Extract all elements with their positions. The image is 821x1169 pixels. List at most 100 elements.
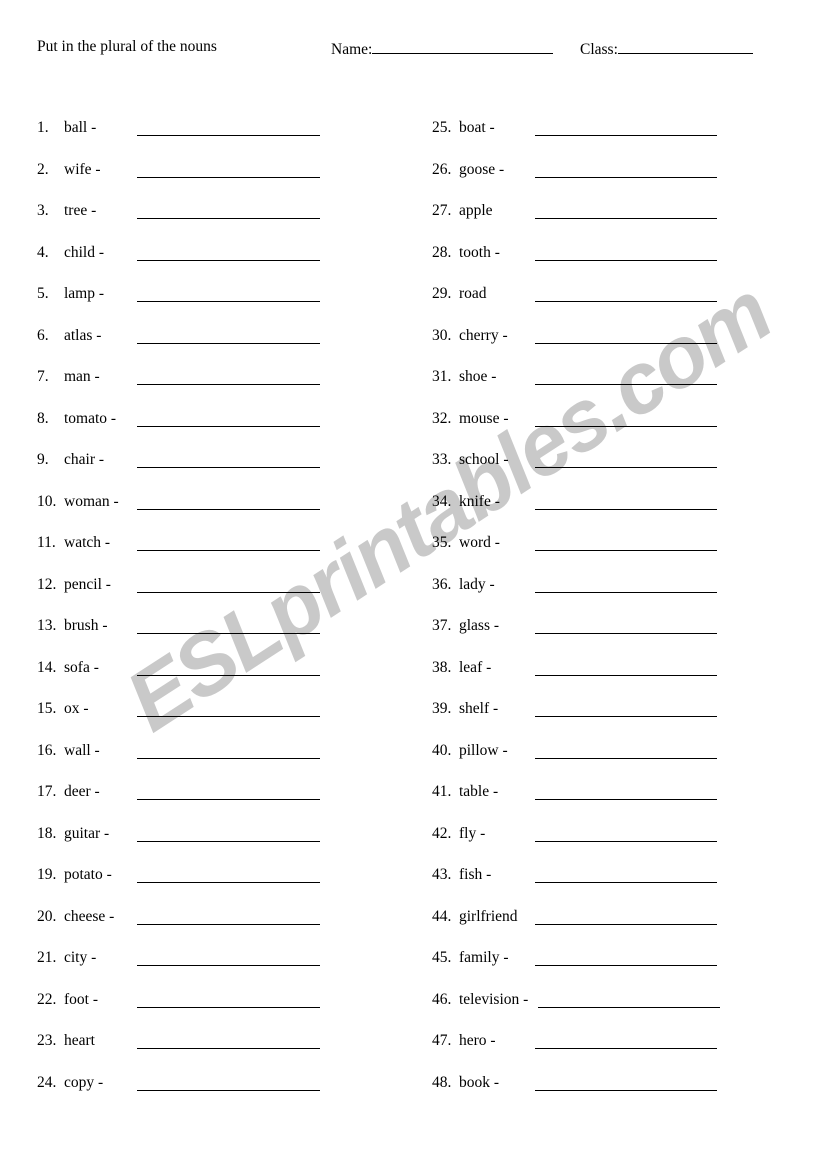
answer-blank[interactable] [137, 633, 320, 634]
exercise-number: 17. [37, 783, 57, 800]
answer-blank[interactable] [137, 1006, 320, 1008]
answer-blank[interactable] [535, 508, 717, 510]
answer-blank[interactable] [137, 674, 320, 676]
answer-blank[interactable] [535, 135, 717, 136]
exercise-row: 7. man - [37, 367, 367, 409]
exercise-word: ball - [64, 119, 97, 136]
exercise-row: 24. copy - [37, 1073, 367, 1115]
answer-blank[interactable] [137, 965, 320, 966]
exercise-word: fly - [459, 824, 486, 842]
worksheet-page: ESLprintables.com Put in the plural of t… [0, 0, 821, 1169]
answer-blank[interactable] [535, 633, 717, 634]
exercise-number: 41. [432, 783, 452, 800]
exercise-row: 30. cherry - [432, 326, 762, 368]
answer-blank[interactable] [137, 301, 320, 302]
answer-blank[interactable] [137, 716, 320, 717]
answer-blank[interactable] [137, 923, 320, 925]
exercise-row: 41. table - [432, 782, 762, 824]
answer-blank[interactable] [137, 799, 320, 800]
exercise-word: shoe - [459, 368, 497, 385]
answer-blank[interactable] [137, 425, 320, 427]
exercise-row: 16. wall - [37, 741, 367, 783]
exercise-word: man - [64, 368, 100, 385]
exercise-number: 33. [432, 451, 452, 468]
answer-blank[interactable] [137, 550, 320, 551]
answer-blank[interactable] [535, 965, 717, 966]
answer-blank[interactable] [137, 882, 320, 883]
answer-blank[interactable] [538, 1006, 720, 1008]
exercise-word: watch - [64, 534, 111, 551]
answer-blank[interactable] [535, 301, 717, 302]
exercise-word: tooth - [459, 243, 500, 261]
exercise-row: 5. lamp - [37, 284, 367, 326]
exercise-word: pillow - [459, 741, 508, 759]
answer-blank[interactable] [535, 799, 717, 800]
answer-blank[interactable] [535, 176, 717, 178]
answer-blank[interactable] [535, 882, 717, 883]
exercise-word: leaf - [459, 658, 492, 676]
exercise-number: 13. [37, 617, 57, 634]
answer-blank[interactable] [137, 342, 320, 344]
answer-blank[interactable] [535, 674, 717, 676]
answer-blank[interactable] [137, 840, 320, 842]
exercise-number: 37. [432, 617, 452, 634]
answer-blank[interactable] [137, 508, 320, 510]
answer-blank[interactable] [535, 259, 717, 261]
exercise-number: 36. [432, 575, 452, 593]
exercise-number: 15. [37, 700, 57, 717]
exercise-word: lady - [459, 575, 495, 593]
exercise-number: 24. [37, 1073, 57, 1091]
answer-blank[interactable] [137, 135, 320, 136]
exercise-word: child - [64, 243, 105, 261]
answer-blank[interactable] [137, 218, 320, 219]
answer-blank[interactable] [535, 218, 717, 219]
answer-blank[interactable] [535, 384, 717, 385]
exercise-word: word - [459, 534, 500, 551]
exercise-number: 31. [432, 368, 452, 385]
answer-blank[interactable] [137, 176, 320, 178]
exercise-number: 29. [432, 285, 452, 302]
answer-blank[interactable] [137, 591, 320, 593]
exercise-number: 34. [432, 492, 452, 510]
answer-blank[interactable] [535, 757, 717, 759]
exercise-number: 1. [37, 119, 49, 136]
exercise-number: 42. [432, 824, 452, 842]
exercise-column-left: 1. ball - 2. wife - 3. tree - 4. child - 5. lamp … [37, 118, 367, 1114]
answer-blank[interactable] [535, 467, 717, 468]
exercise-number: 20. [37, 907, 57, 925]
answer-blank[interactable] [535, 342, 717, 344]
answer-blank[interactable] [535, 425, 717, 427]
exercise-row: 38. leaf - [432, 658, 762, 700]
exercise-number: 32. [432, 409, 452, 427]
exercise-word: guitar - [64, 824, 110, 842]
exercise-row: 33. school - [432, 450, 762, 492]
exercise-row: 19. potato - [37, 865, 367, 907]
answer-blank[interactable] [137, 467, 320, 468]
exercise-row: 36. lady - [432, 575, 762, 617]
answer-blank[interactable] [535, 840, 717, 842]
exercise-word: ox - [64, 700, 89, 717]
answer-blank[interactable] [535, 1089, 717, 1091]
exercise-row: 14. sofa - [37, 658, 367, 700]
exercise-row: 28. tooth - [432, 243, 762, 285]
answer-blank[interactable] [137, 384, 320, 385]
answer-blank[interactable] [137, 757, 320, 759]
exercise-number: 6. [37, 326, 49, 344]
answer-blank[interactable] [137, 259, 320, 261]
exercise-row: 48. book - [432, 1073, 762, 1115]
answer-blank[interactable] [535, 923, 717, 925]
exercise-word: mouse - [459, 409, 509, 427]
answer-blank[interactable] [137, 1048, 320, 1049]
answer-blank[interactable] [535, 716, 717, 717]
exercise-number: 7. [37, 368, 49, 385]
exercise-row: 25. boat - [432, 118, 762, 160]
exercise-number: 4. [37, 243, 49, 261]
exercise-number: 11. [37, 534, 56, 551]
answer-blank[interactable] [535, 550, 717, 551]
exercise-number: 47. [432, 1032, 452, 1049]
exercise-row: 17. deer - [37, 782, 367, 824]
answer-blank[interactable] [535, 591, 717, 593]
exercise-word: atlas - [64, 326, 102, 344]
answer-blank[interactable] [535, 1048, 717, 1049]
answer-blank[interactable] [137, 1089, 320, 1091]
